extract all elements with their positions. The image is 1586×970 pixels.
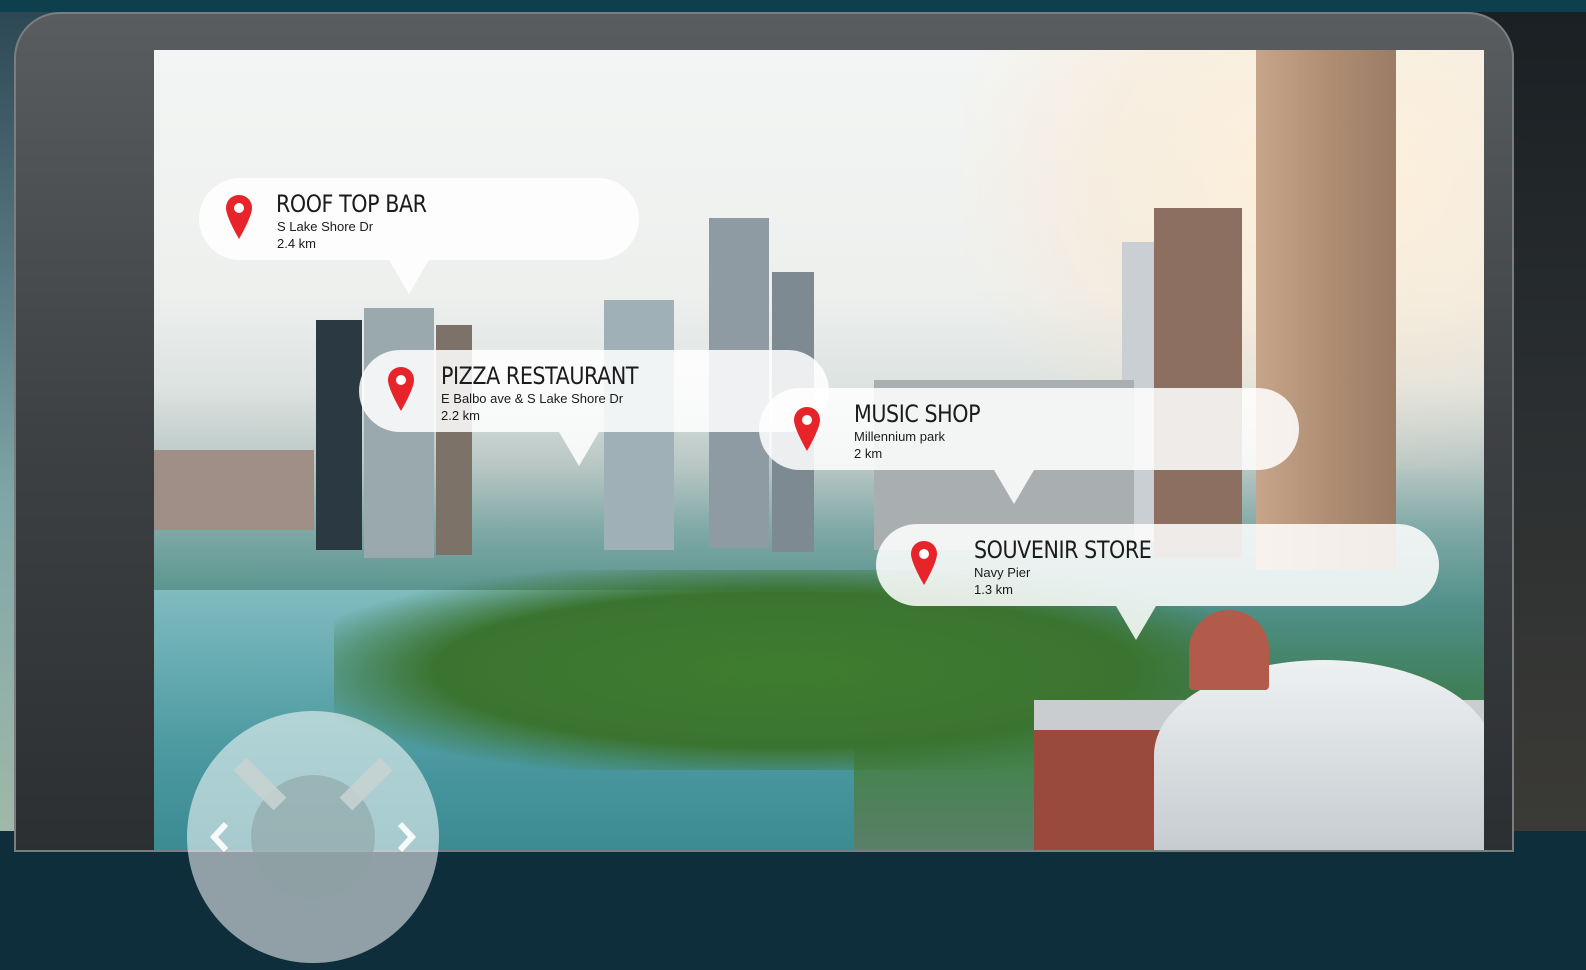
poi-title: PIZZA RESTAURANT — [441, 362, 639, 390]
poi-distance: 1.3 km — [974, 582, 1014, 597]
map-pin-icon — [794, 407, 820, 451]
skyscraper — [1154, 208, 1242, 558]
top-strip — [0, 0, 1586, 12]
pier-tower — [1189, 610, 1269, 690]
callout-pointer — [389, 260, 429, 294]
poi-address: Millennium park — [854, 429, 946, 444]
poi-callout-roof-top-bar[interactable]: ROOF TOP BAR S Lake Shore Dr 2.4 km — [199, 178, 639, 294]
poi-distance: 2.2 km — [441, 408, 481, 423]
tablet-frame: ROOF TOP BAR S Lake Shore Dr 2.4 km PIZZ… — [14, 12, 1514, 963]
poi-title: SOUVENIR STORE — [974, 536, 1152, 564]
callout-pointer — [559, 432, 599, 466]
map-pin-icon — [911, 541, 937, 585]
poi-title: ROOF TOP BAR — [276, 190, 427, 218]
map-pin-icon — [226, 195, 252, 239]
map-pin-icon — [388, 367, 414, 411]
poi-address: S Lake Shore Dr — [277, 219, 374, 234]
poi-callout-souvenir-store[interactable]: SOUVENIR STORE Navy Pier 1.3 km — [876, 524, 1439, 640]
poi-address: E Balbo ave & S Lake Shore Dr — [441, 391, 624, 406]
poi-distance: 2.4 km — [277, 236, 317, 251]
poi-callout-music-shop[interactable]: MUSIC SHOP Millennium park 2 km — [759, 388, 1299, 504]
skyscraper — [316, 320, 362, 550]
poi-address: Navy Pier — [974, 565, 1031, 580]
poi-title: MUSIC SHOP — [854, 400, 981, 428]
poi-callout-pizza-restaurant[interactable]: PIZZA RESTAURANT E Balbo ave & S Lake Sh… — [359, 350, 829, 466]
poi-distance: 2 km — [854, 446, 883, 461]
skyscraper — [1256, 50, 1396, 570]
nav-ring-icon[interactable] — [180, 704, 446, 970]
callout-pointer — [994, 470, 1034, 504]
callout-pointer — [1116, 606, 1156, 640]
skyscraper — [364, 308, 434, 558]
skyscraper — [154, 450, 314, 530]
